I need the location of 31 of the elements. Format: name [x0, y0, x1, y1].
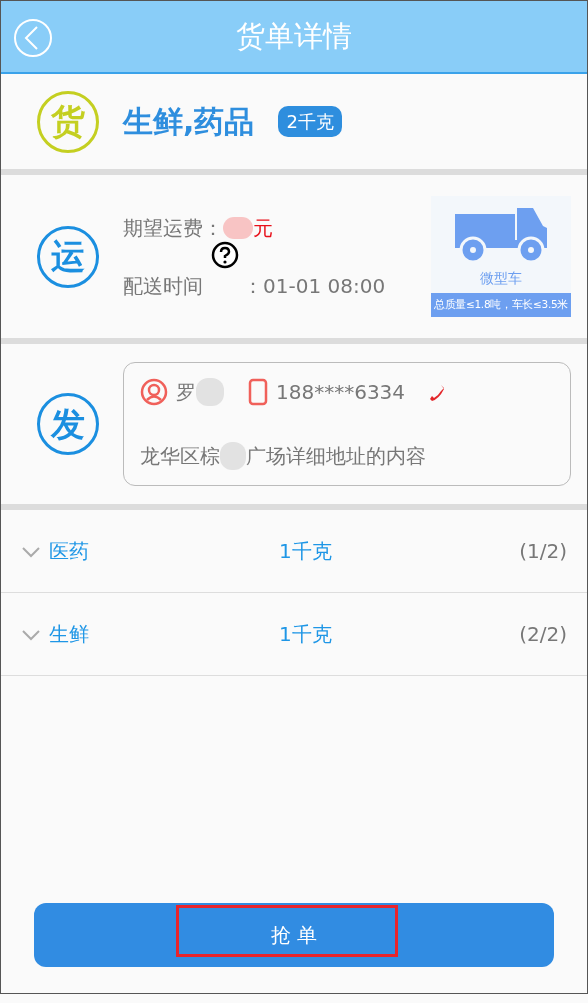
- vehicle-spec: 总质量≤1.8吨，车长≤3.5米: [431, 293, 571, 317]
- fee-label: 期望运费：: [123, 214, 223, 242]
- cargo-badge: 货: [37, 90, 99, 153]
- person-icon: [140, 378, 168, 406]
- blurred-address: [220, 442, 246, 470]
- currency-unit: 元: [253, 214, 273, 242]
- address-text: 广场详细地址的内容: [246, 443, 426, 470]
- goods-weight: 1千克: [279, 538, 333, 565]
- phone-number: 188****6334: [276, 379, 406, 406]
- goods-name: 医药: [49, 538, 90, 565]
- vehicle-type: 微型车: [480, 269, 522, 289]
- shipping-badge: 运: [37, 225, 99, 288]
- sender-name: 罗: [176, 379, 196, 406]
- address-text: 龙华区棕: [140, 443, 220, 470]
- goods-row[interactable]: 生鲜 1千克 (2/2): [1, 593, 587, 676]
- goods-name: 生鲜: [49, 621, 90, 648]
- help-icon[interactable]: [211, 240, 239, 269]
- weight-tag: 2千克: [278, 106, 342, 137]
- phone-icon: [248, 378, 268, 406]
- blurred-price: [223, 216, 253, 239]
- delivery-time-label: 配送时间: [123, 272, 203, 300]
- cargo-name: 生鲜,药品: [123, 103, 255, 141]
- goods-weight: 1千克: [279, 621, 333, 648]
- goods-index: (1/2): [519, 538, 567, 565]
- sender-badge: 发: [37, 393, 99, 455]
- grab-order-button[interactable]: 抢 单: [34, 903, 554, 967]
- delivery-time: ：01-01 08:00: [243, 272, 386, 300]
- blurred-name: [196, 378, 224, 406]
- goods-index: (2/2): [519, 621, 567, 648]
- goods-row[interactable]: 医药 1千克 (1/2): [1, 510, 587, 593]
- page-title: 货单详情: [236, 17, 352, 55]
